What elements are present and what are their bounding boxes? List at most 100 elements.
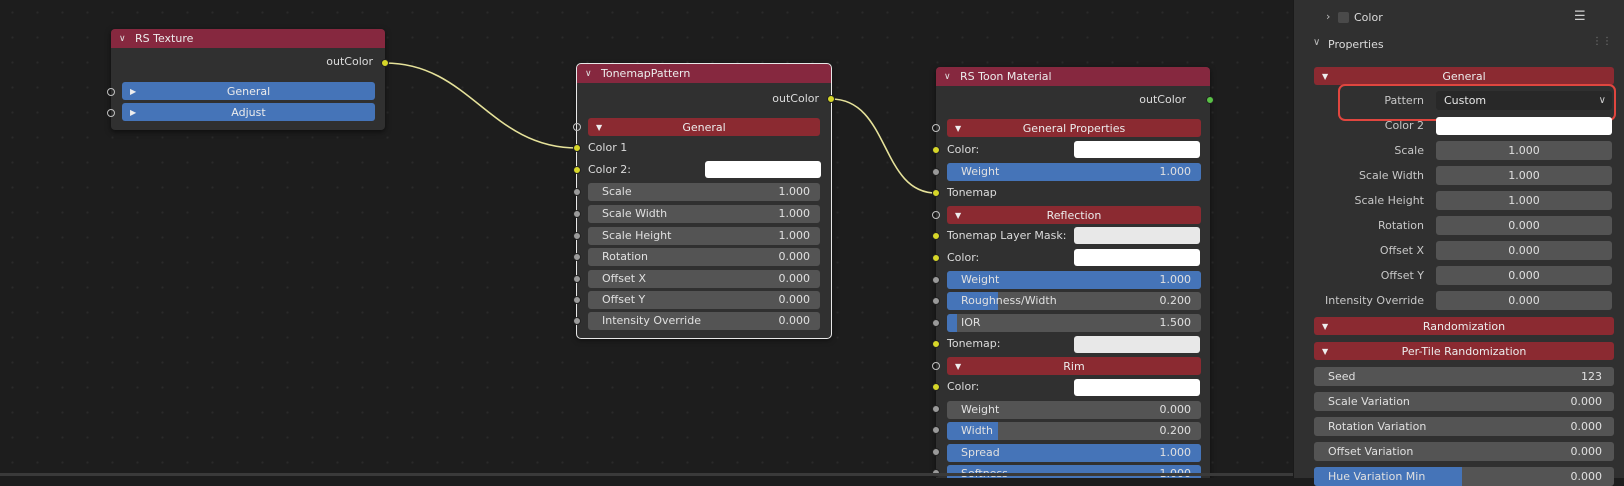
input-socket[interactable]: [932, 319, 940, 327]
input-socket[interactable]: [932, 383, 940, 391]
scale-field[interactable]: 1.000: [1436, 141, 1612, 160]
offset-x-field[interactable]: 0.000: [1436, 241, 1612, 260]
input-socket[interactable]: [932, 232, 940, 240]
scale-width-field[interactable]: Scale Width 1.000: [588, 205, 820, 223]
input-socket[interactable]: [932, 426, 940, 434]
panel-reflection[interactable]: ▼ Reflection: [947, 206, 1201, 224]
input-socket[interactable]: [932, 189, 940, 197]
input-socket[interactable]: [573, 232, 581, 240]
chevron-down-icon[interactable]: ∨: [944, 72, 954, 82]
drag-handle-icon[interactable]: ⋮⋮: [1592, 36, 1612, 47]
input-socket[interactable]: [107, 88, 115, 96]
pattern-dropdown[interactable]: Custom ∨: [1436, 91, 1612, 110]
ior-field[interactable]: IOR 1.500: [947, 314, 1201, 332]
input-socket[interactable]: [932, 340, 940, 348]
tonemap-layer-mask-swatch[interactable]: [1074, 227, 1200, 244]
rim-weight-field[interactable]: Weight 0.000: [947, 401, 1201, 419]
offset-x-label: Offset X: [1379, 244, 1424, 257]
properties-section-header[interactable]: ∨ Properties ⋮⋮: [1304, 34, 1614, 56]
input-socket[interactable]: [932, 254, 940, 262]
input-socket[interactable]: [573, 317, 581, 325]
list-icon[interactable]: ☰: [1574, 9, 1586, 24]
chevron-down-icon: ∨: [1598, 95, 1606, 106]
rs-texture-node[interactable]: ∨ RS Texture outColor ▶ General ▶ Adjust: [111, 29, 385, 130]
reflection-color-swatch[interactable]: [1074, 249, 1200, 266]
input-socket[interactable]: [573, 253, 581, 261]
rim-spread-field[interactable]: Spread 1.000: [947, 444, 1201, 462]
chevron-right-icon[interactable]: ›: [1326, 10, 1330, 23]
panel-general[interactable]: ▶ General: [122, 82, 375, 100]
offset-y-field[interactable]: 0.000: [1436, 266, 1612, 285]
input-socket[interactable]: [573, 166, 581, 174]
input-socket[interactable]: [932, 362, 940, 370]
input-socket[interactable]: [573, 275, 581, 283]
offset-variation-field[interactable]: Offset Variation 0.000: [1314, 442, 1614, 461]
hue-variation-min-field[interactable]: Hue Variation Min 0.000: [1314, 467, 1614, 486]
triangle-down-icon: ▼: [1322, 71, 1329, 81]
rim-width-field[interactable]: Width 0.200: [947, 422, 1201, 440]
chevron-down-icon[interactable]: ∨: [119, 34, 129, 44]
scale-variation-field[interactable]: Scale Variation 0.000: [1314, 392, 1614, 411]
rotation-variation-field[interactable]: Rotation Variation 0.000: [1314, 417, 1614, 436]
panel-adjust[interactable]: ▶ Adjust: [122, 103, 375, 121]
scale-width-field[interactable]: 1.000: [1436, 166, 1612, 185]
panel-general[interactable]: ▼ General: [1314, 67, 1614, 85]
panel-rim[interactable]: ▼ Rim: [947, 357, 1201, 375]
chevron-down-icon[interactable]: ∨: [1313, 37, 1320, 48]
color-section-header[interactable]: › Color ☰: [1294, 7, 1624, 29]
color-swatch[interactable]: [1074, 141, 1200, 158]
intensity-override-field[interactable]: 0.000: [1436, 291, 1612, 310]
intensity-override-field[interactable]: Intensity Override 0.000: [588, 312, 820, 330]
node-header[interactable]: ∨ RS Toon Material: [936, 67, 1210, 86]
reflection-weight-field[interactable]: Weight 1.000: [947, 271, 1201, 289]
rim-color-swatch[interactable]: [1074, 379, 1200, 396]
node-title: TonemapPattern: [601, 67, 691, 80]
panel-per-tile-randomization[interactable]: ▼ Per-Tile Randomization: [1314, 342, 1614, 360]
scale-height-field[interactable]: 1.000: [1436, 191, 1612, 210]
offset-x-field[interactable]: Offset X 0.000: [588, 270, 820, 288]
checkbox[interactable]: [1338, 12, 1349, 23]
node-header[interactable]: ∨ TonemapPattern: [577, 64, 831, 83]
scale-field[interactable]: Scale 1.000: [588, 183, 820, 201]
color2-swatch[interactable]: [705, 161, 821, 178]
chevron-down-icon[interactable]: ∨: [585, 69, 595, 79]
input-socket[interactable]: [932, 276, 940, 284]
input-socket[interactable]: [573, 296, 581, 304]
panel-general[interactable]: ▼ General: [588, 118, 820, 136]
input-socket[interactable]: [573, 188, 581, 196]
input-socket[interactable]: [932, 146, 940, 154]
input-socket[interactable]: [573, 123, 581, 131]
scale-height-field[interactable]: Scale Height 1.000: [588, 227, 820, 245]
triangle-down-icon: ▼: [955, 361, 962, 371]
color2-swatch[interactable]: [1436, 117, 1612, 135]
node-editor[interactable]: ∨ RS Texture outColor ▶ General ▶ Adjust…: [0, 0, 1293, 478]
roughness-width-field[interactable]: Roughness/Width 0.200: [947, 292, 1201, 310]
reflection-tonemap-swatch[interactable]: [1074, 336, 1200, 353]
weight-field[interactable]: Weight 1.000: [947, 163, 1201, 181]
triangle-right-icon: ▶: [130, 86, 137, 96]
panel-randomization[interactable]: ▼ Randomization: [1314, 317, 1614, 335]
input-socket[interactable]: [932, 405, 940, 413]
rotation-field[interactable]: Rotation 0.000: [588, 248, 820, 266]
output-socket[interactable]: [1206, 96, 1214, 104]
panel-general-properties[interactable]: ▼ General Properties: [947, 119, 1201, 137]
properties-sidebar: › Color ☰ ∨ Properties ⋮⋮ ▼ General Patt…: [1293, 0, 1624, 486]
input-socket[interactable]: [932, 124, 940, 132]
offset-y-field[interactable]: Offset Y 0.000: [588, 291, 820, 309]
seed-field[interactable]: Seed 123: [1314, 367, 1614, 386]
input-socket[interactable]: [932, 168, 940, 176]
input-socket[interactable]: [107, 109, 115, 117]
node-header[interactable]: ∨ RS Texture: [111, 29, 385, 48]
input-socket[interactable]: [573, 210, 581, 218]
input-socket[interactable]: [932, 448, 940, 456]
output-socket[interactable]: [827, 95, 835, 103]
rim-softness-field[interactable]: Softness1.000: [947, 465, 1201, 478]
rotation-field[interactable]: 0.000: [1436, 216, 1612, 235]
input-socket[interactable]: [932, 297, 940, 305]
tonemap-pattern-node[interactable]: ∨ TonemapPattern outColor ▼ General Colo…: [576, 63, 832, 339]
horizontal-scrollbar[interactable]: [0, 473, 1293, 476]
output-socket[interactable]: [381, 59, 389, 67]
rs-toon-material-node[interactable]: ∨ RS Toon Material outColor ▼ General Pr…: [936, 67, 1210, 478]
input-socket[interactable]: [932, 211, 940, 219]
input-socket[interactable]: [573, 144, 581, 152]
